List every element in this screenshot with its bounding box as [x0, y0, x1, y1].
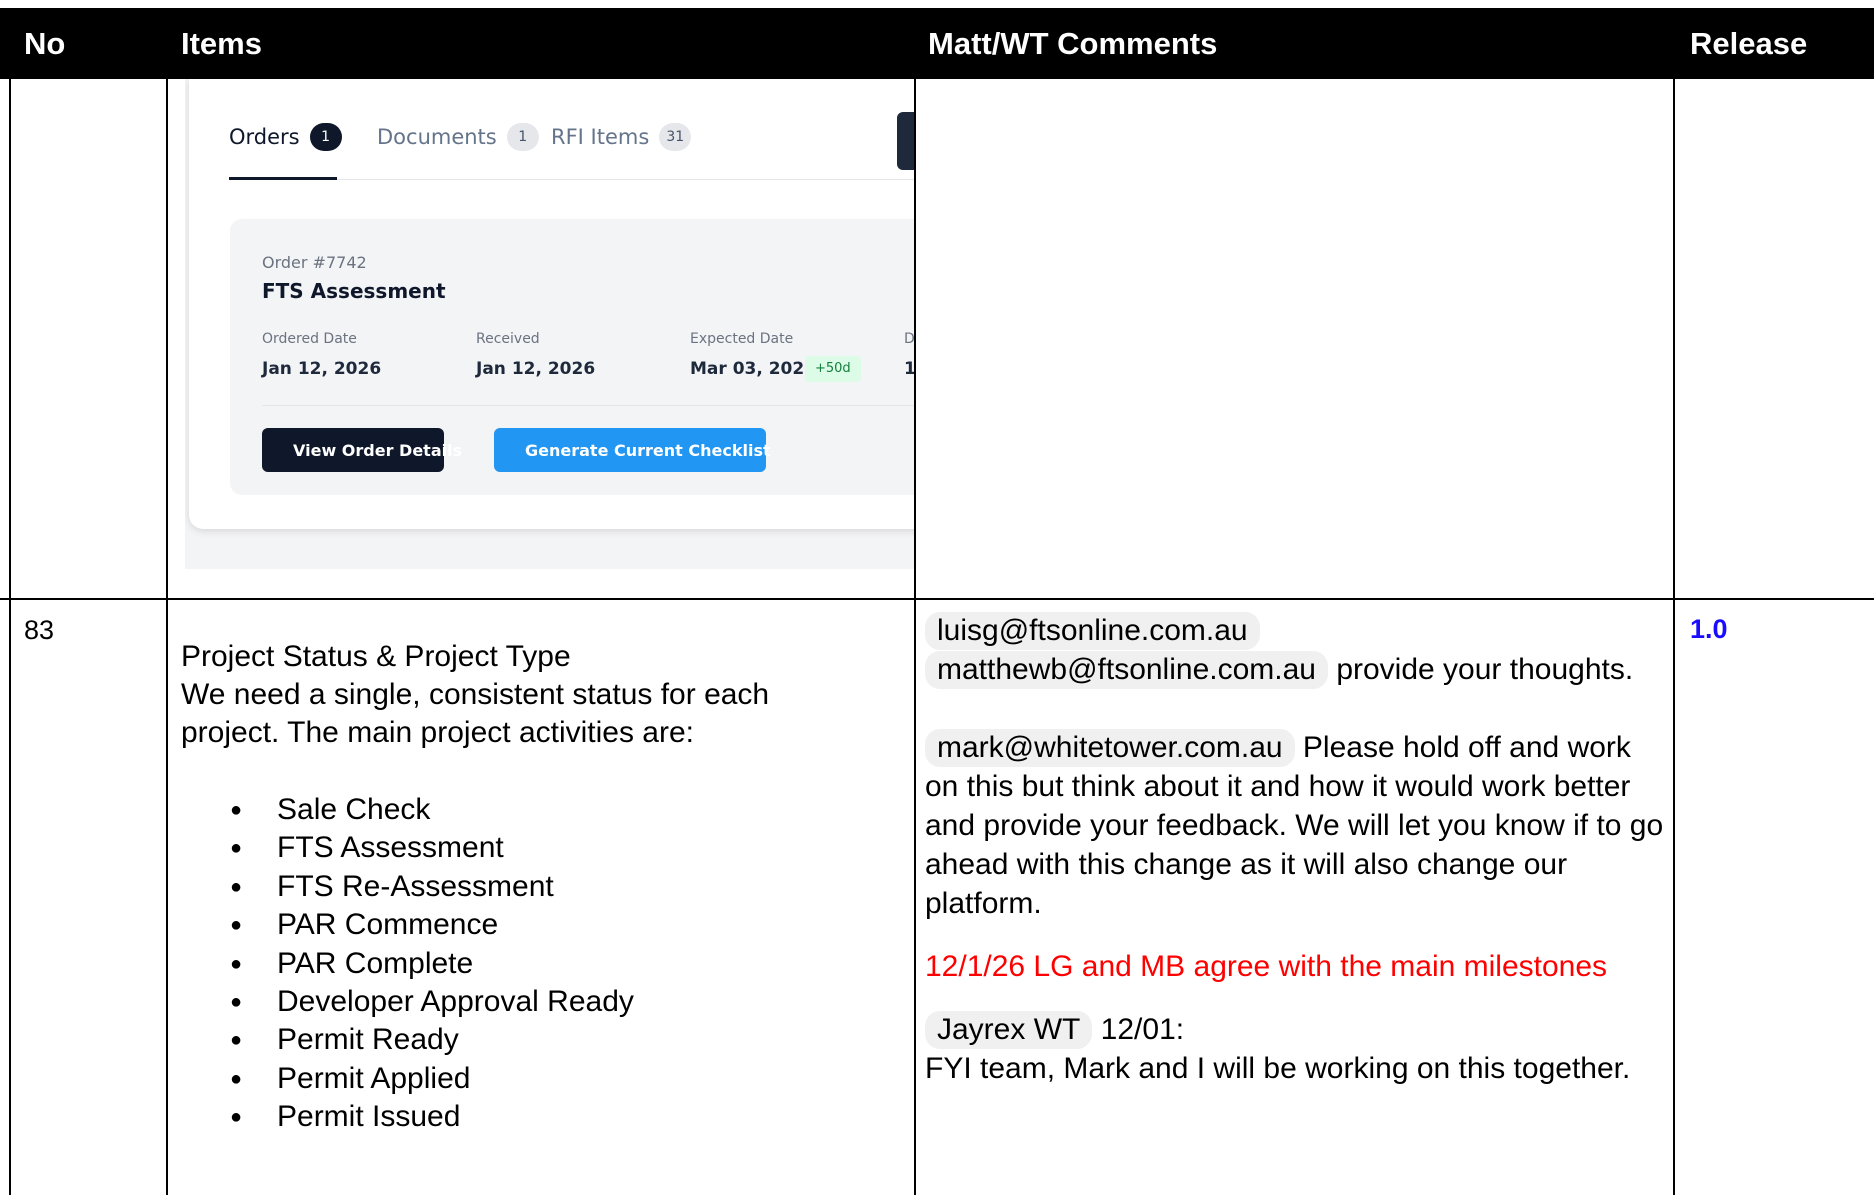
column-divider — [914, 79, 916, 1195]
agreement-note: 12/1/26 LG and MB agree with the main mi… — [925, 950, 1608, 983]
mention-chip[interactable]: mark@whitetower.com.au — [925, 729, 1295, 767]
column-divider — [1673, 79, 1675, 1195]
expected-date-label: Expected Date — [690, 331, 794, 347]
panel-divider — [262, 405, 914, 406]
tab-count-badge: 31 — [659, 123, 692, 151]
table-border-left — [9, 79, 11, 1195]
comment-text: 12/01: — [1092, 1013, 1185, 1046]
list-item: Developer Approval Ready — [230, 983, 634, 1022]
comment-text: FYI team, Mark and I will be working on … — [925, 1052, 1631, 1085]
list-item: FTS Assessment — [230, 829, 634, 868]
list-item: Permit Ready — [230, 1021, 634, 1060]
order-panel: Order #7742 FTS Assessment Ordered Date … — [230, 219, 914, 495]
list-item: PAR Complete — [230, 945, 634, 984]
generate-checklist-button[interactable]: Generate Current Checklist — [494, 428, 771, 472]
order-tabs: Orders 1 Documents 1 RFI Items 31 — [229, 123, 914, 183]
orders-card: Orders 1 Documents 1 RFI Items 31 Order … — [189, 79, 914, 529]
item-description: We need a single, consistent status for … — [181, 678, 770, 749]
header-release: Release — [1690, 26, 1808, 61]
header-items: Items — [181, 26, 262, 61]
table-header-row: No Items Matt/WT Comments Release — [0, 8, 1874, 79]
list-item: PAR Commence — [230, 906, 634, 945]
tab-count-badge: 1 — [506, 123, 539, 151]
tab-count-badge: 1 — [309, 123, 342, 151]
cropped-field-value: 1 — [904, 359, 914, 379]
button-label: View Order Details — [293, 440, 463, 460]
order-number: Order #7742 — [262, 253, 367, 272]
row-divider — [0, 598, 1874, 600]
ordered-date-label: Ordered Date — [262, 331, 357, 347]
column-divider — [166, 79, 168, 1195]
mention-chip[interactable]: Jayrex WT — [925, 1011, 1093, 1049]
header-no: No — [24, 26, 66, 61]
embedded-order-screenshot: Orders 1 Documents 1 RFI Items 31 Order … — [185, 79, 914, 569]
comment-text: provide your thoughts. — [1327, 653, 1634, 686]
days-remaining-badge: +50d — [805, 356, 861, 382]
comments-table: No Items Matt/WT Comments Release Orders… — [0, 8, 1874, 1195]
cropped-field-label: D — [904, 331, 914, 347]
tab-label: Documents — [377, 125, 497, 149]
view-order-details-button[interactable]: View Order Details — [262, 428, 462, 472]
item-title: Project Status & Project Type — [181, 640, 571, 673]
tab-label: Orders — [229, 125, 300, 149]
list-item: Sale Check — [230, 791, 634, 830]
list-item: Permit Issued — [230, 1098, 634, 1137]
active-tab-underline — [229, 177, 337, 180]
tab-label: RFI Items — [551, 125, 650, 149]
tab-orders[interactable]: Orders 1 — [229, 123, 342, 151]
release-version[interactable]: 1.0 — [1690, 614, 1728, 645]
comments-cell: luisg@ftsonline.com.au matthewb@ftsonlin… — [925, 611, 1665, 1088]
button-label: Generate Current Checklist — [525, 440, 771, 460]
list-item: FTS Re-Assessment — [230, 868, 634, 907]
activity-list: Sale Check FTS Assessment FTS Re-Assessm… — [230, 791, 634, 1137]
header-comments: Matt/WT Comments — [928, 26, 1218, 61]
list-item: Permit Applied — [230, 1060, 634, 1099]
received-value: Jan 12, 2026 — [476, 359, 596, 379]
received-label: Received — [476, 331, 540, 347]
tab-documents[interactable]: Documents 1 — [377, 123, 539, 151]
expected-date-value: Mar 03, 2026 — [690, 359, 817, 379]
row-number: 83 — [24, 615, 55, 645]
ordered-date-value: Jan 12, 2026 — [262, 359, 382, 379]
tab-rfi-items[interactable]: RFI Items 31 — [551, 123, 692, 151]
order-title: FTS Assessment — [262, 279, 446, 303]
mention-chip[interactable]: matthewb@ftsonline.com.au — [925, 651, 1328, 689]
mention-chip[interactable]: luisg@ftsonline.com.au — [925, 612, 1260, 650]
